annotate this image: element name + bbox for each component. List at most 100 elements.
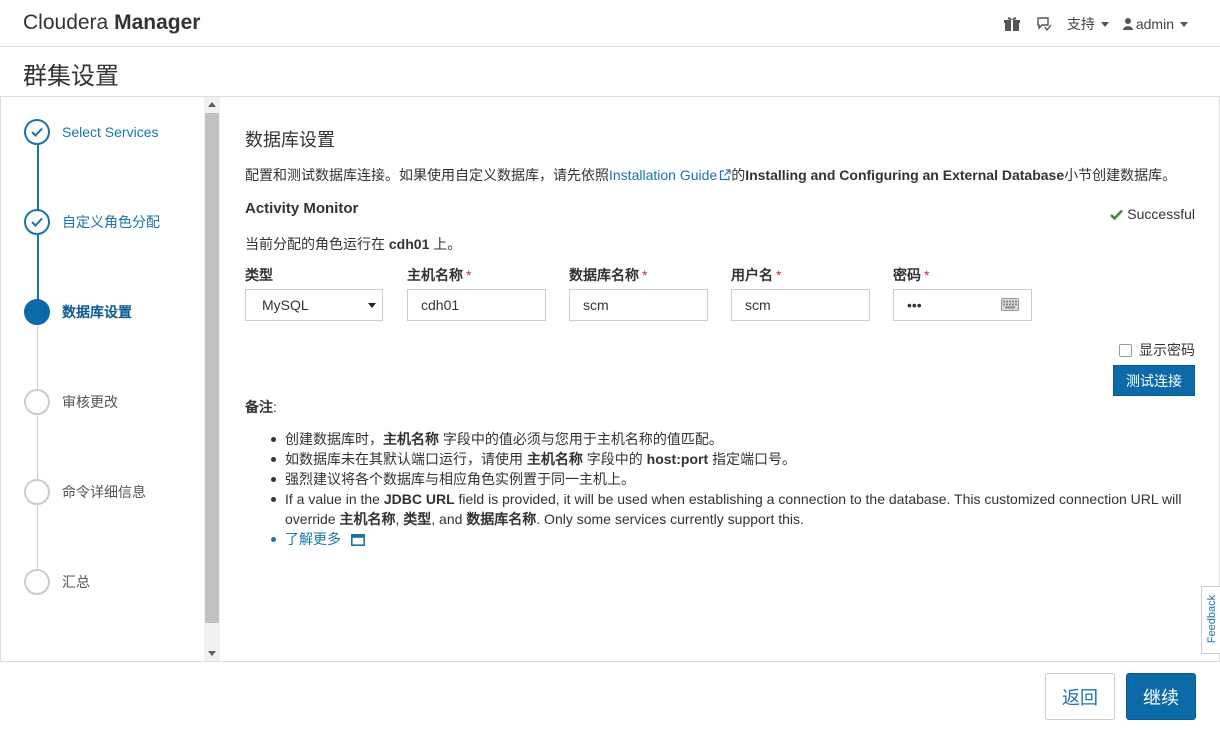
list-item: 了解更多 [269, 529, 1197, 549]
password-label: 密码 * [893, 265, 1032, 285]
note-text: 强烈建议将各个数据库与相应角色实例置于同一主机上。 [285, 471, 635, 487]
password-field: 密码 * ••• [893, 265, 1032, 321]
wizard-step-label: 汇总 [62, 574, 90, 590]
window-icon [350, 534, 365, 546]
learn-more-label: 了解更多 [285, 531, 341, 547]
service-title: Activity Monitor [245, 200, 359, 217]
user-menu[interactable]: admin [1122, 16, 1188, 32]
wizard-step-database-setup[interactable]: 数据库设置 [24, 299, 132, 325]
type-label: 类型 [245, 267, 273, 283]
support-menu[interactable]: 支持 [1067, 14, 1109, 34]
username-input[interactable]: scm [731, 289, 870, 321]
wizard-step-select-services[interactable]: Select Services [24, 119, 158, 145]
scroll-down-icon[interactable] [208, 651, 216, 656]
scroll-up-icon[interactable] [208, 102, 216, 107]
chat-icon[interactable] [1035, 15, 1053, 33]
status-badge: Successful [1110, 206, 1195, 222]
user-menu-label: admin [1135, 16, 1174, 32]
wizard-step-summary[interactable]: 汇总 [24, 569, 90, 595]
note-text: , and [431, 511, 467, 527]
required-mark: * [924, 267, 930, 283]
list-item: If a value in the JDBC URL field is prov… [269, 489, 1197, 529]
wizard-step-label: 自定义角色分配 [62, 214, 160, 230]
host-label-text: 主机名称 [407, 267, 463, 283]
brand-name-light: Cloudera [23, 11, 109, 34]
intro-mid: 的 [731, 167, 746, 183]
section-title: 数据库设置 [245, 130, 335, 150]
back-button[interactable]: 返回 [1045, 673, 1115, 720]
installation-guide-link-label: Installation Guide [609, 167, 718, 183]
steps-line [37, 312, 38, 582]
note-text: 如数据库未在其默认端口运行，请使用 [285, 451, 527, 467]
gift-icon[interactable] [1003, 15, 1021, 33]
wizard-steps-panel: Select Services 自定义角色分配 数据库设置 审核更改 命令详细信… [0, 96, 221, 662]
host-field: 主机名称 * cdh01 [407, 265, 546, 321]
wizard-step-label: 数据库设置 [62, 304, 132, 320]
support-menu-label: 支持 [1066, 16, 1095, 32]
host-input[interactable]: cdh01 [407, 289, 546, 321]
intro-suffix: 小节创建数据库。 [1064, 167, 1177, 183]
note-bold: 主机名称 [339, 511, 396, 527]
show-password-label: 显示密码 [1139, 342, 1195, 358]
pending-step-circle-icon [24, 389, 50, 415]
list-item: 强烈建议将各个数据库与相应角色实例置于同一主机上。 [269, 469, 1197, 489]
required-mark: * [642, 267, 648, 283]
user-label: 用户名 * [731, 265, 870, 285]
note-text: 创建数据库时， [285, 431, 383, 447]
note-bold: 主机名称 [383, 431, 439, 447]
dbname-label-text: 数据库名称 [569, 267, 639, 283]
note-bold: 数据库名称 [466, 511, 537, 527]
password-input[interactable]: ••• [893, 289, 1032, 321]
dbname-input[interactable]: scm [569, 289, 708, 321]
list-item: 如数据库未在其默认端口运行，请使用 主机名称 字段中的 host:port 指定… [269, 449, 1197, 469]
wizard-scrollbar[interactable] [204, 97, 220, 661]
current-step-dot-icon [24, 299, 50, 325]
learn-more-link[interactable]: 了解更多 [285, 531, 365, 547]
running-host-text: 当前分配的角色运行在 cdh01 上。 [245, 234, 461, 254]
feedback-label: Feedback [1206, 594, 1218, 644]
password-value: ••• [907, 297, 922, 313]
note-bold: 主机名称 [526, 451, 583, 467]
note-text: 指定端口号。 [708, 451, 796, 467]
note-text: 字段中的 [582, 451, 647, 467]
chevron-down-icon [1100, 21, 1109, 27]
wizard-step-command-details[interactable]: 命令详细信息 [24, 479, 146, 505]
pending-step-circle-icon [24, 569, 50, 595]
host-label: 主机名称 * [407, 265, 546, 285]
scrollbar-thumb[interactable] [205, 113, 219, 623]
show-password-toggle[interactable]: 显示密码 [1119, 340, 1195, 360]
notes-list: 创建数据库时，主机名称 字段中的值必须与您用于主机名称的值匹配。 如数据库未在其… [269, 429, 1197, 549]
page-title: 群集设置 [23, 63, 119, 90]
check-icon [24, 209, 50, 235]
header-actions: 支持 admin [1003, 14, 1188, 34]
notes-heading-text: 备注 [245, 399, 273, 415]
note-text: . Only some services currently support t… [536, 511, 804, 527]
type-select[interactable]: MySQL [245, 289, 383, 321]
wizard-step-role-assignment[interactable]: 自定义角色分配 [24, 209, 160, 235]
installation-guide-link[interactable]: Installation Guide [609, 167, 731, 183]
wizard-step-label: Select Services [62, 124, 159, 140]
running-host: cdh01 [388, 236, 430, 252]
note-bold: 类型 [403, 511, 432, 527]
feedback-tab[interactable]: Feedback [1201, 586, 1220, 654]
type-field: 类型 MySQL [245, 265, 383, 321]
top-header: Cloudera Manager 支持 admin [0, 0, 1220, 47]
brand-logo[interactable]: Cloudera Manager [23, 11, 200, 35]
required-mark: * [466, 267, 472, 283]
dbname-label: 数据库名称 * [569, 265, 708, 285]
status-text: Successful [1127, 206, 1195, 222]
note-text: 字段中的值必须与您用于主机名称的值匹配。 [439, 431, 723, 447]
test-connection-button[interactable]: 测试连接 [1113, 365, 1195, 396]
keyboard-icon[interactable] [1001, 298, 1019, 311]
note-bold: host:port [646, 451, 709, 467]
type-select-value: MySQL [262, 297, 309, 313]
continue-button[interactable]: 继续 [1126, 673, 1196, 720]
check-icon [24, 119, 50, 145]
notes-heading-colon: : [273, 399, 277, 415]
intro-bold: Installing and Configuring an External D… [745, 167, 1065, 183]
wizard-step-review-changes[interactable]: 审核更改 [24, 389, 118, 415]
running-suffix: 上。 [429, 236, 462, 252]
wizard-step-label: 命令详细信息 [62, 484, 146, 500]
show-password-checkbox[interactable] [1119, 343, 1132, 357]
wizard-step-label: 审核更改 [62, 394, 118, 410]
